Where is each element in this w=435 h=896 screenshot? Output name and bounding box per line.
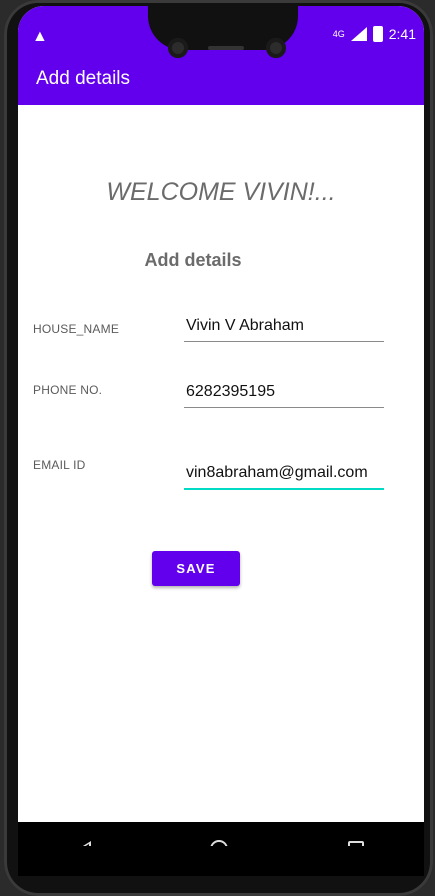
- bottom-bezel: [18, 846, 424, 876]
- welcome-heading: WELCOME VIVIN!...: [106, 178, 336, 206]
- front-camera-icon: [266, 38, 286, 58]
- warning-icon: ▲: [32, 28, 48, 45]
- app-screen: ▲ 4G 2:41 Add details WELCOME VIVIN!... …: [18, 6, 424, 846]
- battery-icon: [372, 26, 383, 42]
- navigation-bar: [18, 822, 424, 846]
- front-camera-icon: [168, 38, 188, 58]
- section-title: Add details: [144, 250, 242, 270]
- phone-label: PHONE NO.: [33, 383, 103, 397]
- save-button[interactable]: SAVE: [152, 551, 240, 586]
- email-label: EMAIL ID: [33, 458, 86, 472]
- clock: 2:41: [388, 26, 416, 42]
- house-name-field[interactable]: [184, 310, 384, 342]
- house-name-label: HOUSE_NAME: [33, 322, 120, 336]
- status-bar: 4G 2:41: [333, 26, 416, 42]
- app-bar: ▲ 4G 2:41 Add details: [18, 6, 424, 105]
- network-type: 4G: [332, 29, 345, 39]
- email-field[interactable]: [184, 458, 384, 490]
- speaker-grille: [208, 46, 244, 50]
- phone-field[interactable]: [184, 376, 384, 408]
- signal-icon: [350, 27, 367, 41]
- app-bar-title: Add details: [36, 68, 131, 89]
